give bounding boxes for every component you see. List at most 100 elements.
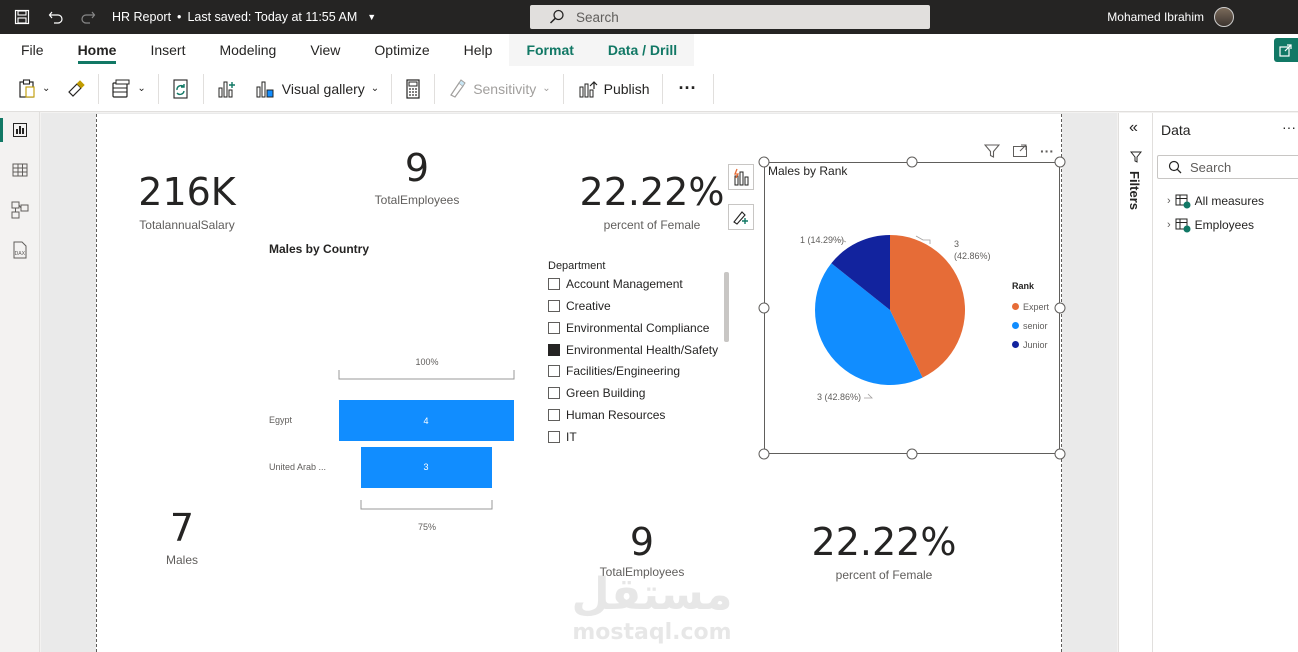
undo-icon[interactable] (46, 7, 66, 27)
data-item-employees[interactable]: › Employees (1167, 215, 1254, 235)
publish-icon (579, 80, 598, 97)
focus-mode-icon[interactable] (1012, 143, 1028, 159)
slicer-item[interactable]: Facilities/Engineering (548, 362, 680, 380)
funnel-chart[interactable]: 100% Egypt 4 United Arab ... 3 75% (257, 349, 527, 539)
paste-button[interactable]: ⌄ (10, 73, 58, 105)
filter-icon (1130, 151, 1142, 163)
chevron-right-icon[interactable]: › (1167, 195, 1171, 207)
slicer-scrollbar[interactable] (724, 272, 729, 342)
dax-query-view-button[interactable]: DAX (0, 232, 40, 268)
chevron-down-icon[interactable]: ⌄ (371, 83, 379, 94)
sensitivity-button[interactable]: Sensitivity ⌄ (439, 73, 558, 105)
share-button[interactable] (1274, 38, 1298, 62)
slicer-item[interactable]: Environmental Compliance (548, 319, 709, 337)
slicer-item[interactable]: Creative (548, 297, 611, 315)
toolbar-divider (202, 73, 204, 104)
more-options-icon[interactable]: ··· (1282, 119, 1296, 135)
new-measure-button[interactable] (396, 73, 430, 105)
legend-item[interactable]: senior (1012, 316, 1049, 335)
data-search-input[interactable]: Search (1157, 155, 1298, 179)
svg-text:DAX: DAX (15, 251, 26, 257)
global-search[interactable]: Search (530, 5, 930, 29)
slicer-item[interactable]: Account Management (548, 275, 683, 293)
redo-icon[interactable] (78, 7, 98, 27)
slicer-item-label: Environmental Health/Safety (566, 343, 719, 357)
tab-help[interactable]: Help (447, 34, 510, 66)
card-total-employees-2-value: 9 (629, 520, 655, 564)
sensitivity-icon (450, 78, 466, 98)
tab-data-drill[interactable]: Data / Drill (590, 34, 695, 66)
refresh-button[interactable] (163, 73, 199, 105)
more-options-icon[interactable]: ··· (1040, 144, 1054, 158)
collapse-pane-icon[interactable]: « (1129, 119, 1138, 137)
smart-narrative-button[interactable] (728, 164, 754, 190)
card-percent-female-label: percent of Female (603, 218, 701, 232)
legend-item[interactable]: Junior (1012, 335, 1049, 354)
publish-button[interactable]: Publish (568, 73, 658, 105)
checkbox[interactable] (548, 322, 560, 334)
tab-view[interactable]: View (293, 34, 357, 66)
document-title[interactable]: HR Report • Last saved: Today at 11:55 A… (112, 10, 376, 24)
checkbox[interactable] (548, 387, 560, 399)
chevron-down-icon[interactable]: ⌄ (137, 83, 145, 94)
slicer-item[interactable]: IT (548, 428, 577, 446)
chart-spark-icon (734, 168, 749, 186)
caret-down-icon[interactable]: ▼ (367, 12, 376, 22)
ribbon-toolbar: ⌄ ⌄ Visual gallery ⌄ Sensitivity ⌄ Publi… (0, 66, 1298, 112)
data-item-label: All measures (1194, 194, 1265, 208)
checkbox[interactable] (548, 278, 560, 290)
user-name: Mohamed Ibrahim (1107, 10, 1204, 24)
new-visual-button[interactable] (208, 73, 246, 105)
slicer-item[interactable]: Human Resources (548, 406, 665, 424)
visual-header-icons: ··· (984, 143, 1054, 159)
checkbox[interactable] (548, 409, 560, 421)
format-visual-button[interactable] (728, 204, 754, 230)
slicer-item-label: Environmental Compliance (566, 321, 710, 335)
slicer-item-label: Account Management (566, 277, 683, 291)
toolbar-divider (434, 73, 436, 104)
tab-modeling[interactable]: Modeling (202, 34, 293, 66)
slicer-item[interactable]: Environmental Health/Safety (548, 341, 718, 359)
clipboard-icon (19, 78, 35, 98)
filters-pane[interactable]: « Filters (1118, 113, 1152, 652)
checkbox[interactable] (548, 365, 560, 377)
report-view-button[interactable] (0, 112, 40, 148)
model-view-button[interactable] (0, 192, 40, 228)
checkbox[interactable] (548, 431, 560, 443)
toolbar-divider (98, 73, 100, 104)
legend-label: senior (1023, 320, 1048, 331)
data-item-all-measures[interactable]: › All measures (1167, 191, 1264, 211)
tab-format[interactable]: Format (509, 34, 591, 66)
user-account[interactable]: Mohamed Ibrahim (1107, 0, 1234, 34)
visual-gallery-button[interactable]: Visual gallery ⌄ (246, 73, 387, 105)
table-icon (12, 163, 28, 177)
legend-label: Expert (1023, 301, 1050, 312)
legend-item[interactable]: Expert (1012, 297, 1049, 316)
pie-legend: Rank Expert senior Junior (1012, 281, 1049, 354)
visual-gallery-label: Visual gallery (281, 80, 365, 97)
legend-marker (1012, 341, 1019, 348)
card-total-employees-value: 9 (404, 146, 430, 190)
report-view-icon (13, 123, 27, 137)
legend-label: Junior (1023, 339, 1048, 350)
tab-optimize[interactable]: Optimize (357, 34, 446, 66)
tab-insert[interactable]: Insert (133, 34, 202, 66)
save-icon[interactable] (12, 7, 32, 27)
sensitivity-label: Sensitivity (473, 80, 537, 97)
slicer-item[interactable]: Green Building (548, 384, 645, 402)
chevron-down-icon[interactable]: ⌄ (542, 83, 550, 94)
format-painter-button[interactable] (58, 73, 94, 105)
chevron-right-icon[interactable]: › (1167, 219, 1171, 231)
filter-icon[interactable] (984, 143, 1000, 159)
get-data-button[interactable]: ⌄ (103, 73, 153, 105)
title-separator: • (177, 10, 182, 24)
more-options-button[interactable]: ··· (667, 73, 709, 105)
checkbox[interactable] (548, 300, 560, 312)
tab-home[interactable]: Home (61, 34, 134, 66)
avatar[interactable] (1214, 7, 1234, 27)
table-view-button[interactable] (0, 152, 40, 188)
tab-file[interactable]: File (0, 34, 61, 66)
ribbon-tabs: File Home Insert Modeling View Optimize … (0, 34, 1298, 66)
chevron-down-icon[interactable]: ⌄ (42, 83, 50, 94)
checkbox-checked[interactable] (548, 344, 560, 356)
